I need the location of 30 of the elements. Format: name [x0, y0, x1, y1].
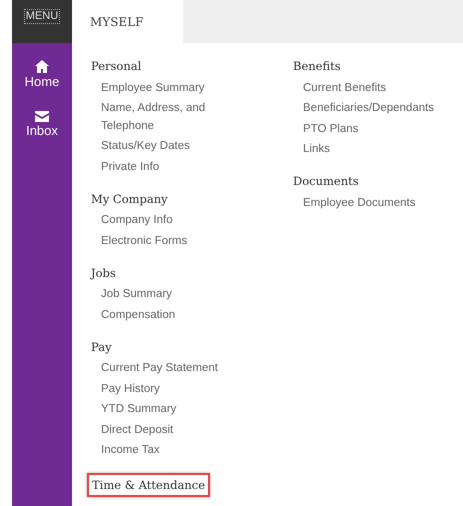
- section-heading: My Company: [91, 190, 168, 208]
- menu-link[interactable]: Current Pay Statement: [101, 358, 218, 379]
- menu-link[interactable]: Current Benefits: [303, 78, 386, 98]
- menu-link[interactable]: Private Info: [101, 157, 160, 178]
- section-heading: Time & Attendance: [87, 473, 210, 497]
- menu-link[interactable]: Employee Documents: [303, 193, 416, 214]
- section-heading: Documents: [293, 173, 359, 190]
- menu-link[interactable]: Beneficiaries/Dependants: [303, 98, 433, 119]
- menu-link[interactable]: Compensation: [101, 305, 176, 326]
- section-heading: Benefits: [293, 58, 341, 75]
- menu-link[interactable]: Pay History: [101, 379, 160, 400]
- menu-link[interactable]: Name, Address, and Telephone: [101, 98, 231, 136]
- menu-link[interactable]: Links: [303, 140, 330, 160]
- menu-link[interactable]: Income Tax: [101, 440, 160, 461]
- menu-link[interactable]: Status/Key Dates: [101, 136, 190, 157]
- section-heading: Personal: [91, 58, 142, 75]
- envelope-icon: [35, 111, 49, 122]
- menu-link[interactable]: Employee Summary: [101, 78, 205, 98]
- section-heading: Pay: [91, 338, 112, 356]
- home-icon: [35, 60, 49, 73]
- menu-link[interactable]: Job Summary: [101, 284, 172, 305]
- menu-link[interactable]: Electronic Forms: [101, 231, 188, 252]
- menu-link[interactable]: PTO Plans: [303, 119, 358, 140]
- menu-button[interactable]: MENU: [24, 9, 60, 24]
- menu-link[interactable]: YTD Summary: [101, 400, 176, 420]
- menu-link[interactable]: Direct Deposit: [101, 420, 174, 440]
- menu-link[interactable]: Company Info: [101, 210, 173, 231]
- section-heading: Jobs: [91, 264, 116, 282]
- nav-item[interactable]: Home: [24, 60, 60, 89]
- nav-item[interactable]: Inbox: [26, 111, 58, 138]
